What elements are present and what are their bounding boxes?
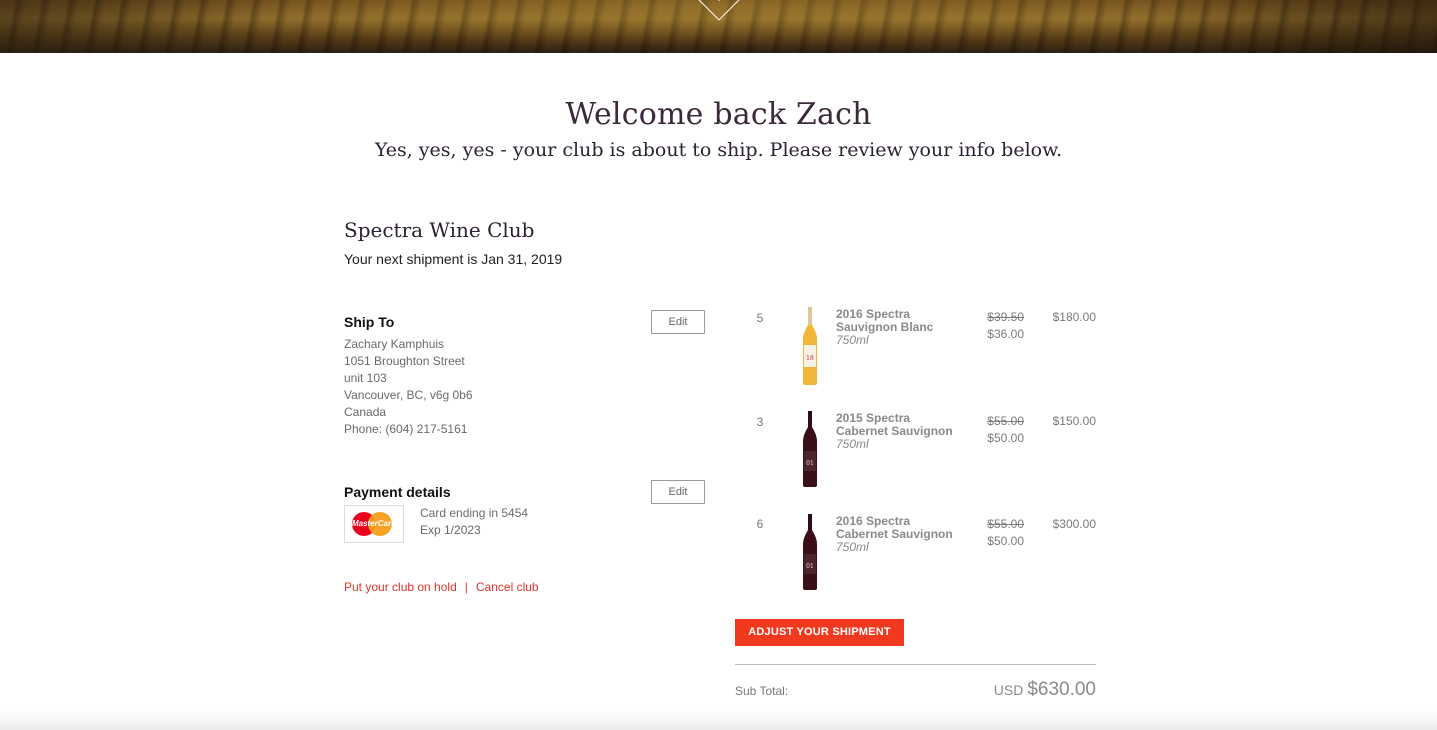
- welcome-subtitle: Yes, yes, yes - your club is about to sh…: [374, 139, 1063, 161]
- subtotal-currency: USD: [993, 682, 1024, 698]
- bottle-label: 18: [806, 355, 814, 362]
- product-size: 750ml: [836, 437, 869, 451]
- product-title: 2016 Spectra Sauvignon Blanc: [836, 307, 934, 334]
- club-name: Spectra Wine Club: [344, 218, 535, 242]
- product-title: 2015 Spectra Cabernet Sauvignon: [836, 411, 953, 438]
- original-price: $55.00: [987, 517, 1024, 531]
- mastercard-icon: MasterCard: [344, 505, 404, 543]
- download-arrow-icon[interactable]: ↓: [696, 0, 742, 21]
- address-street: 1051 Broughton Street: [344, 354, 465, 368]
- ship-to-edit-button[interactable]: Edit: [651, 310, 705, 334]
- product-qty: 5: [756, 311, 764, 325]
- payment-title: Payment details: [344, 484, 451, 500]
- adjust-shipment-button[interactable]: ADJUST YOUR SHIPMENT: [735, 619, 904, 646]
- product-size: 750ml: [836, 333, 869, 347]
- welcome-title: Welcome back Zach: [565, 97, 872, 132]
- address-phone: Phone: (604) 217-5161: [344, 422, 468, 436]
- address-country: Canada: [344, 405, 387, 419]
- discount-price: $50.00: [987, 534, 1024, 548]
- address-name: Zachary Kamphuis: [344, 337, 445, 351]
- bottle-label: 01: [806, 460, 814, 467]
- bottom-shadow: [0, 710, 1437, 730]
- line-total: $300.00: [1052, 517, 1096, 531]
- product-qty: 6: [756, 517, 764, 531]
- hero-icon-glyph: ↓: [711, 0, 727, 5]
- card-ending: Card ending in 5454: [420, 506, 529, 520]
- product-name: 2015 Spectra Cabernet Sauvignon 750ml: [836, 412, 956, 451]
- next-shipment-text: Your next shipment is Jan 31, 2019: [344, 251, 563, 267]
- discount-price: $36.00: [987, 327, 1024, 341]
- line-total: $180.00: [1052, 310, 1096, 324]
- subtotal-divider: [735, 664, 1096, 665]
- line-total: $150.00: [1052, 414, 1096, 428]
- subtotal-label: Sub Total:: [735, 684, 789, 698]
- payment-edit-button[interactable]: Edit: [651, 480, 705, 504]
- link-separator: |: [464, 580, 468, 594]
- subtotal-value: USD $630.00: [994, 679, 1096, 701]
- bottle-label: 01: [806, 563, 814, 570]
- shipping-address: Zachary Kamphuis 1051 Broughton Street u…: [344, 336, 473, 438]
- card-brand-text: MasterCard: [351, 519, 396, 528]
- subtotal-amount: $630.00: [1027, 679, 1096, 700]
- red-wine-bottle-icon: 01: [803, 411, 817, 487]
- original-price: $55.00: [987, 414, 1024, 428]
- product-title: 2016 Spectra Cabernet Sauvignon: [836, 514, 953, 541]
- address-city: Vancouver, BC, v6g 0b6: [344, 388, 473, 402]
- discount-price: $50.00: [987, 431, 1024, 445]
- white-wine-bottle-icon: 18: [803, 307, 817, 385]
- club-actions: Put your club on hold | Cancel club: [344, 580, 539, 594]
- original-price: $39.50: [987, 310, 1024, 324]
- address-unit: unit 103: [344, 371, 387, 385]
- hold-club-link[interactable]: Put your club on hold: [344, 580, 457, 594]
- hero-banner: ↓: [0, 0, 1437, 53]
- cancel-club-link[interactable]: Cancel club: [476, 580, 539, 594]
- product-qty: 3: [756, 415, 764, 429]
- card-info: Card ending in 5454 Exp 1/2023: [420, 505, 528, 539]
- red-wine-bottle-icon: 01: [803, 514, 817, 590]
- ship-to-title: Ship To: [344, 314, 395, 330]
- product-name: 2016 Spectra Sauvignon Blanc 750ml: [836, 308, 956, 347]
- product-name: 2016 Spectra Cabernet Sauvignon 750ml: [836, 515, 956, 554]
- card-expiry: Exp 1/2023: [420, 523, 481, 537]
- product-size: 750ml: [836, 540, 869, 554]
